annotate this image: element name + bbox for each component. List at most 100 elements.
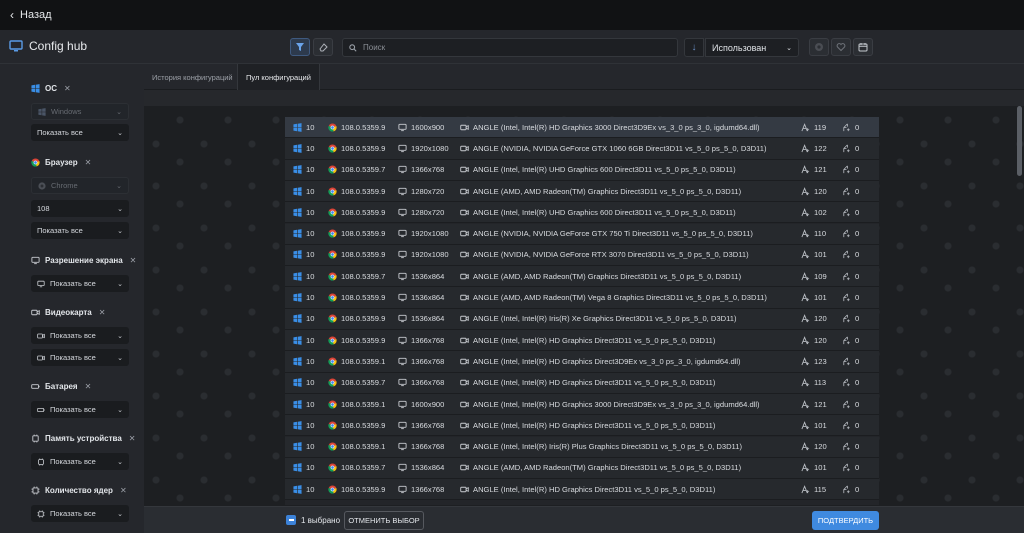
close-icon[interactable]: ✕ <box>120 486 127 495</box>
table-row[interactable]: 10 108.0.5359.9 1536x864 ANGLE (AMD, AMD Ra… <box>285 287 879 309</box>
browser-filter-title: Браузер ✕ <box>31 158 91 167</box>
chrome-filter-button[interactable] <box>809 38 829 56</box>
used-value: 0 <box>855 143 860 153</box>
resolution-value: 1366x768 <box>411 442 445 452</box>
cores-mode-select[interactable]: Показать все ⌄ <box>31 505 129 522</box>
table-row[interactable]: 10 108.0.5359.7 1536x864 ANGLE (AMD, AMD Ra… <box>285 457 879 480</box>
browser-select[interactable]: Chrome ⌄ <box>31 177 129 194</box>
table-row[interactable]: 10 108.0.5359.9 1920x1080 ANGLE (NVIDIA, NV… <box>285 138 879 160</box>
browser-version: 108.0.5359.9 <box>341 335 386 345</box>
table-row[interactable]: 10 108.0.5359.9 1600x900 ANGLE (Intel, Inte… <box>285 117 879 139</box>
table-row[interactable]: 10 108.0.5359.9 1920x1080 ANGLE (NVIDIA, NV… <box>285 223 879 245</box>
chevron-down-icon: ⌄ <box>117 332 123 340</box>
battery-mode-select[interactable]: Показать все ⌄ <box>31 401 129 418</box>
resolution-cell: 1280x720 <box>398 187 458 196</box>
video-card-icon <box>460 316 469 322</box>
video-card-icon <box>460 465 469 471</box>
browser-mode-select[interactable]: Показать все ⌄ <box>31 222 129 239</box>
filter-sidebar: ОС ✕ Windows ⌄ Показать все ⌄ Браузер ✕ … <box>0 64 144 533</box>
os-version: 10 <box>306 271 315 281</box>
sort-select[interactable]: Использован ⌄ <box>705 38 799 57</box>
windows-icon <box>293 335 302 345</box>
table-row[interactable]: 10 108.0.5359.1 1366x768 ANGLE (Intel, Inte… <box>285 351 879 373</box>
close-icon[interactable]: ✕ <box>64 84 71 93</box>
windows-icon <box>293 271 302 281</box>
table-row[interactable]: 10 108.0.5359.9 1366x768 ANGLE (Intel, Inte… <box>285 415 879 437</box>
resolution-value: 1366x768 <box>411 484 445 494</box>
table-row[interactable]: 10 108.0.5359.1 1366x768 ANGLE (Intel, Inte… <box>285 436 879 458</box>
chrome-icon <box>328 378 337 387</box>
browser-cell: 108.0.5359.9 <box>328 208 386 217</box>
table-row[interactable]: 10 108.0.5359.1 1600x900 ANGLE (Intel, Inte… <box>285 393 879 416</box>
table-row[interactable]: 10 108.0.5359.9 1920x1080 ANGLE (NVIDIA, NV… <box>285 244 879 267</box>
resolution-value: 1920x1080 <box>411 229 449 239</box>
gpu-cell: ANGLE (Intel, Intel(R) HD Graphics Direc… <box>460 336 805 345</box>
used-cell: 0 <box>842 400 872 409</box>
gpu-value: ANGLE (NVIDIA, NVIDIA GeForce RTX 3070 D… <box>473 250 749 260</box>
resolution-mode-select[interactable]: Показать все ⌄ <box>31 275 129 292</box>
gpu-mode-select-1[interactable]: Показать все ⌄ <box>31 327 129 344</box>
os-select[interactable]: Windows ⌄ <box>31 103 129 120</box>
monitor-icon <box>398 123 407 131</box>
windows-icon <box>293 463 302 473</box>
video-card-icon <box>460 188 469 194</box>
os-version: 10 <box>306 314 315 324</box>
select-all-checkbox[interactable] <box>286 515 296 525</box>
browser-version-select[interactable]: 108 ⌄ <box>31 200 129 217</box>
close-icon[interactable]: ✕ <box>129 434 136 443</box>
used-cell: 0 <box>842 208 872 217</box>
os-version: 10 <box>306 143 315 153</box>
used-cell: 0 <box>842 378 872 387</box>
count-cell: 120 <box>801 442 841 451</box>
memory-mode-select[interactable]: Показать все ⌄ <box>31 453 129 470</box>
chrome-icon <box>328 186 337 196</box>
table-row[interactable]: 10 108.0.5359.7 1366x768 ANGLE (Intel, Inte… <box>285 159 879 181</box>
count-cell: 120 <box>801 336 841 345</box>
resolution-value: 1600x900 <box>411 399 445 409</box>
windows-icon <box>293 208 302 217</box>
users-icon <box>801 314 810 323</box>
gpu-value: ANGLE (AMD, AMD Radeon(TM) Graphics Dire… <box>473 271 742 281</box>
close-icon[interactable]: ✕ <box>130 256 137 265</box>
users-icon <box>801 357 810 366</box>
close-icon[interactable]: ✕ <box>99 308 106 317</box>
browser-version: 108.0.5359.9 <box>341 420 386 430</box>
used-cell: 0 <box>842 165 872 174</box>
gpu-mode-select-2[interactable]: Показать все ⌄ <box>31 349 129 366</box>
search-input[interactable] <box>363 43 663 52</box>
usage-icon <box>843 165 850 174</box>
confirm-button[interactable]: ПОДТВЕРДИТЬ <box>812 511 879 530</box>
tab-config-pool[interactable]: Пул конфигураций <box>237 64 320 90</box>
search-box[interactable] <box>342 38 678 57</box>
memory-chip-icon <box>38 457 44 466</box>
used-value: 0 <box>855 399 860 409</box>
scrollbar[interactable] <box>1017 106 1022 176</box>
chrome-icon <box>328 123 337 132</box>
close-icon[interactable]: ✕ <box>85 158 92 167</box>
memory-chip-icon <box>32 434 39 443</box>
video-card-icon <box>460 422 469 429</box>
filter-button[interactable] <box>290 38 310 56</box>
calendar-button[interactable] <box>853 38 873 56</box>
close-icon[interactable]: ✕ <box>85 382 92 391</box>
monitor-icon <box>9 40 23 52</box>
clear-selection-button[interactable]: ОТМЕНИТЬ ВЫБОР <box>344 511 424 530</box>
clear-filter-button[interactable] <box>313 38 333 56</box>
back-button[interactable]: ‹ Назад <box>10 8 52 22</box>
browser-version: 108.0.5359.1 <box>341 399 386 409</box>
table-row[interactable]: 10 108.0.5359.9 1280x720 ANGLE (AMD, AMD Ra… <box>285 180 879 203</box>
table-row[interactable]: 10 108.0.5359.9 1280x720 ANGLE (Intel, Inte… <box>285 202 879 224</box>
tab-config-history[interactable]: История конфигураций <box>144 64 241 90</box>
favorite-button[interactable] <box>831 38 851 56</box>
os-mode-select[interactable]: Показать все ⌄ <box>31 124 129 141</box>
used-value: 0 <box>855 378 860 388</box>
gpu-filter-title: Видеокарта ✕ <box>31 308 105 317</box>
table-row[interactable]: 10 108.0.5359.7 1366x768 ANGLE (Intel, Inte… <box>285 372 879 394</box>
table-row[interactable]: 10 108.0.5359.9 1536x864 ANGLE (Intel, Inte… <box>285 308 879 330</box>
sort-direction-button[interactable]: ↓ <box>684 38 704 57</box>
table-row[interactable]: 10 108.0.5359.9 1366x768 ANGLE (Intel, Inte… <box>285 330 879 352</box>
resolution-cell: 1920x1080 <box>398 250 458 259</box>
table-row[interactable]: 10 108.0.5359.7 1536x864 ANGLE (AMD, AMD Ra… <box>285 266 879 288</box>
table-row[interactable]: 10 108.0.5359.9 1366x768 ANGLE (Intel, Inte… <box>285 479 879 501</box>
usage-icon <box>843 357 850 366</box>
